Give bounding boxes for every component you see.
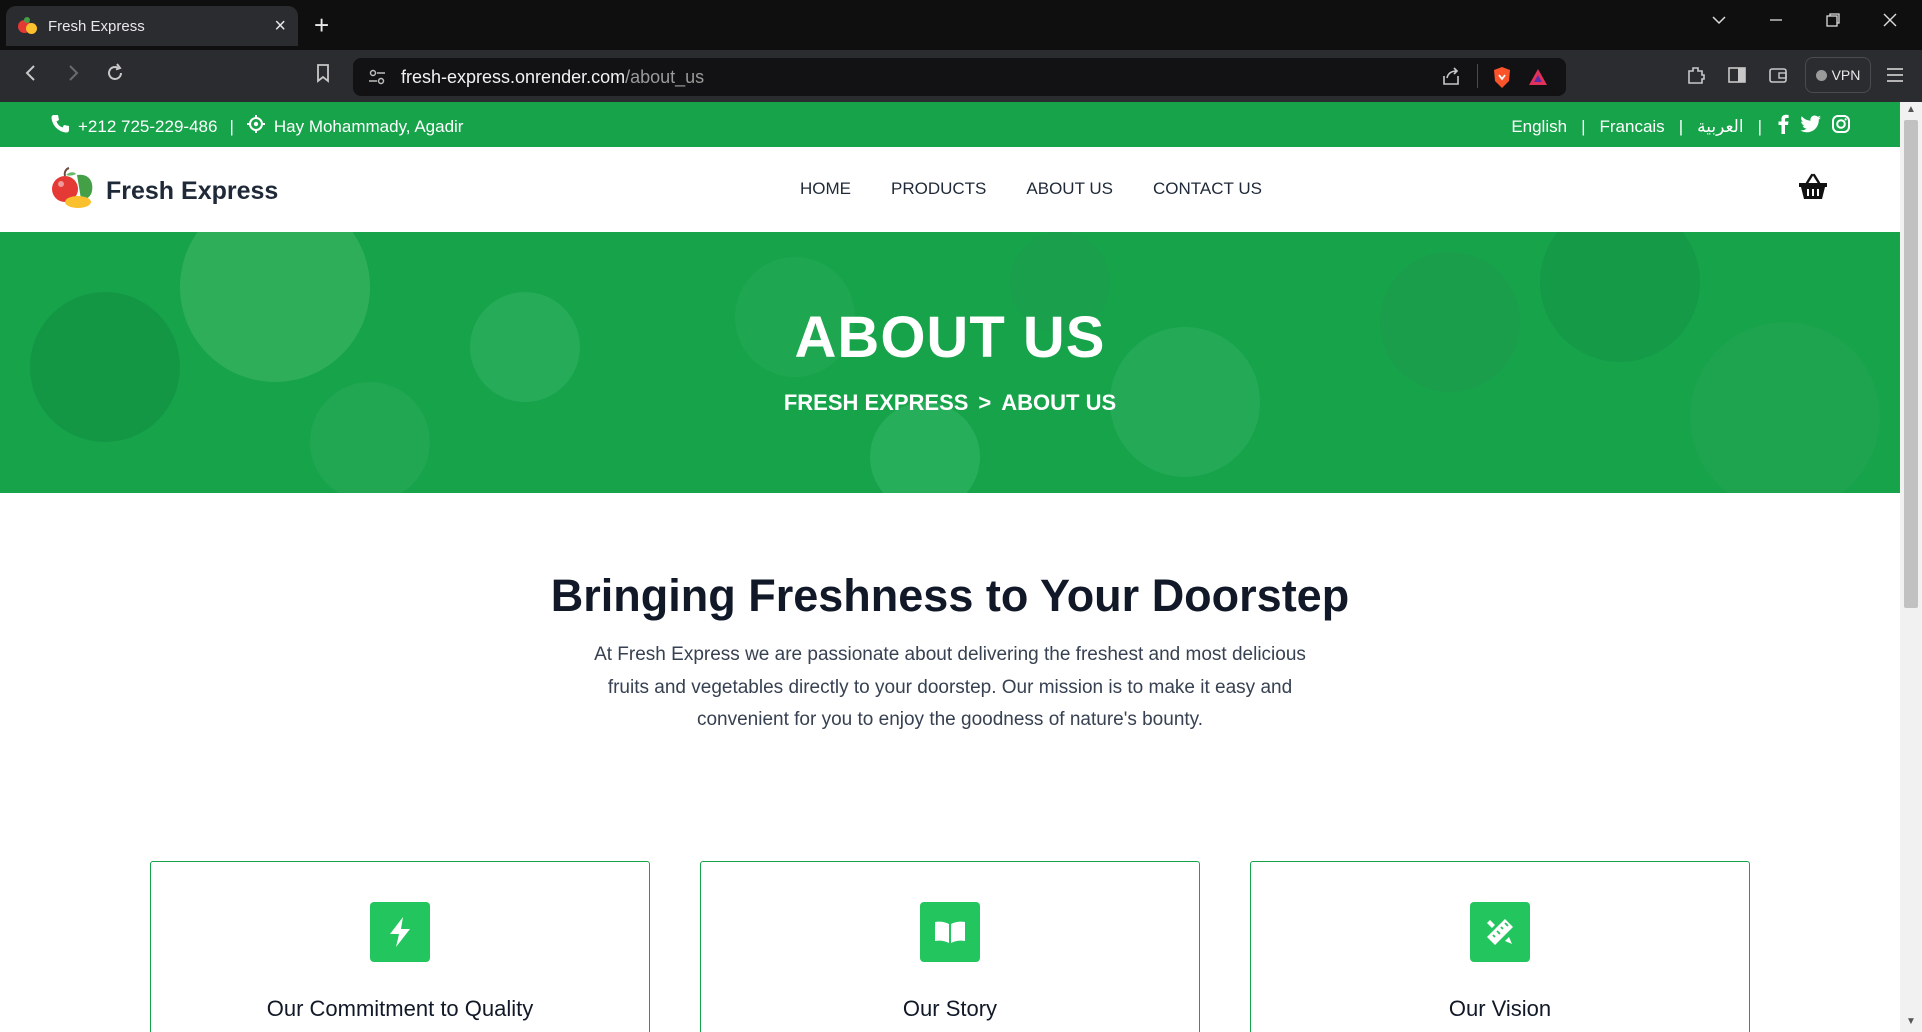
- url-divider: [1477, 64, 1478, 88]
- scroll-down-arrow-icon[interactable]: ▼: [1906, 1016, 1916, 1027]
- book-icon: [920, 902, 980, 962]
- new-tab-icon[interactable]: +: [314, 12, 329, 38]
- brand-logo-link[interactable]: Fresh Express: [50, 167, 278, 216]
- tab-close-icon[interactable]: ×: [274, 16, 286, 36]
- topbar-divider: |: [1678, 116, 1684, 136]
- lang-english[interactable]: English: [1511, 117, 1567, 137]
- minimize-icon[interactable]: [1768, 12, 1784, 33]
- browser-tab-bar: Fresh Expr​ess × +: [0, 0, 1922, 50]
- intro-paragraph: At Fresh Express we are passionate about…: [594, 644, 1306, 730]
- sidebar-icon[interactable]: [1726, 64, 1748, 91]
- instagram-icon[interactable]: [1832, 115, 1850, 138]
- scrollbar-thumb[interactable]: [1904, 120, 1918, 608]
- nav-item-products[interactable]: PRODUCTS: [891, 179, 986, 199]
- main-navbar: Fresh Express HOME PRODUCTS ABOUT US CON…: [0, 147, 1900, 232]
- url-path: /about_us: [625, 67, 705, 87]
- brave-rewards-icon[interactable]: [1527, 66, 1549, 93]
- pencil-ruler-icon: [1470, 902, 1530, 962]
- contact-top-bar: +212 725-229-486 | Hay Mohammady, Agadir…: [0, 102, 1900, 147]
- brand-name: Fresh Express: [106, 177, 279, 205]
- lang-francais[interactable]: Francais: [1600, 117, 1665, 137]
- vpn-label: VPN: [1831, 67, 1861, 83]
- bookmark-icon[interactable]: [313, 62, 333, 90]
- close-window-icon[interactable]: [1882, 12, 1898, 33]
- tab-title: Fresh Expr​ess: [48, 17, 145, 35]
- scroll-up-arrow-icon[interactable]: ▲: [1906, 104, 1916, 115]
- address-bar[interactable]: fresh-express.onrender.com/about_us: [353, 58, 1566, 96]
- fruit-basket-logo-icon: [50, 167, 96, 216]
- feature-card-story: Our Story: [700, 861, 1200, 1032]
- browser-toolbar: fresh-express.onrender.com/about_us VPN: [0, 50, 1922, 102]
- share-icon[interactable]: [1440, 66, 1462, 93]
- reload-icon[interactable]: [104, 62, 126, 90]
- brave-shields-icon[interactable]: [1491, 66, 1513, 95]
- page-scrollbar[interactable]: ▲ ▼: [1900, 102, 1922, 1032]
- topbar-divider: |: [229, 116, 234, 136]
- extensions-icon[interactable]: [1685, 64, 1707, 91]
- cart-basket-icon[interactable]: [1798, 173, 1828, 206]
- vpn-button[interactable]: VPN: [1805, 57, 1871, 93]
- nav-item-contact-us[interactable]: CONTACT US: [1153, 179, 1262, 199]
- hero-banner: ABOUT US FRESH EXPRESS > ABOUT US: [0, 232, 1900, 493]
- address-text: Hay Mohammady, Agadir: [273, 116, 464, 136]
- page-viewport: +212 725-229-486 | Hay Mohammady, Agadir…: [0, 102, 1900, 1032]
- intro-heading: Bringing Freshness to Your Doorstep: [550, 570, 1350, 621]
- feature-card-title: Our Commitment to Quality: [266, 996, 534, 1021]
- topbar-divider: |: [1757, 116, 1762, 136]
- nav-item-about-us[interactable]: ABOUT US: [1026, 179, 1113, 199]
- twitter-icon[interactable]: [1800, 115, 1822, 138]
- bolt-icon: [370, 902, 430, 962]
- back-icon[interactable]: [20, 62, 42, 90]
- feature-card-vision: Our Vision: [1250, 861, 1750, 1032]
- breadcrumb: FRESH EXPRESS > ABOUT US: [0, 390, 1900, 416]
- browser-tab[interactable]: Fresh Expr​ess ×: [6, 6, 298, 46]
- feature-card-title: Our Story: [902, 996, 998, 1021]
- url-host: fresh-express.onrender.com: [401, 67, 626, 87]
- nav-menu: HOME PRODUCTS ABOUT US CONTACT US: [800, 179, 1262, 199]
- nav-item-home[interactable]: HOME: [800, 179, 851, 199]
- menu-hamburger-icon[interactable]: [1885, 64, 1905, 91]
- url-text: fresh-express.onrender.com/about_us: [401, 67, 704, 88]
- breadcrumb-separator: >: [978, 390, 992, 415]
- feature-card-title: Our Vision: [1448, 996, 1552, 1021]
- lang-arabic[interactable]: العربية: [1697, 117, 1743, 137]
- wallet-icon[interactable]: [1767, 64, 1789, 91]
- tab-search-chevron-icon[interactable]: [1711, 12, 1727, 33]
- site-favicon-icon: [18, 17, 38, 35]
- page-title: ABOUT US: [794, 305, 1106, 370]
- phone-number[interactable]: +212 725-229-486: [78, 117, 217, 137]
- topbar-divider: |: [1581, 116, 1586, 136]
- feature-card-quality: Our Commitment to Quality: [150, 861, 650, 1032]
- facebook-icon[interactable]: [1776, 114, 1790, 139]
- site-settings-icon[interactable]: [367, 67, 387, 87]
- forward-icon[interactable]: [62, 62, 84, 90]
- vpn-status-icon: [1815, 69, 1827, 81]
- breadcrumb-home-link[interactable]: FRESH EXPRESS: [784, 390, 969, 415]
- breadcrumb-current: ABOUT US: [1001, 390, 1117, 415]
- restore-icon[interactable]: [1825, 12, 1841, 33]
- location-icon: [246, 114, 266, 139]
- phone-icon: [50, 114, 70, 139]
